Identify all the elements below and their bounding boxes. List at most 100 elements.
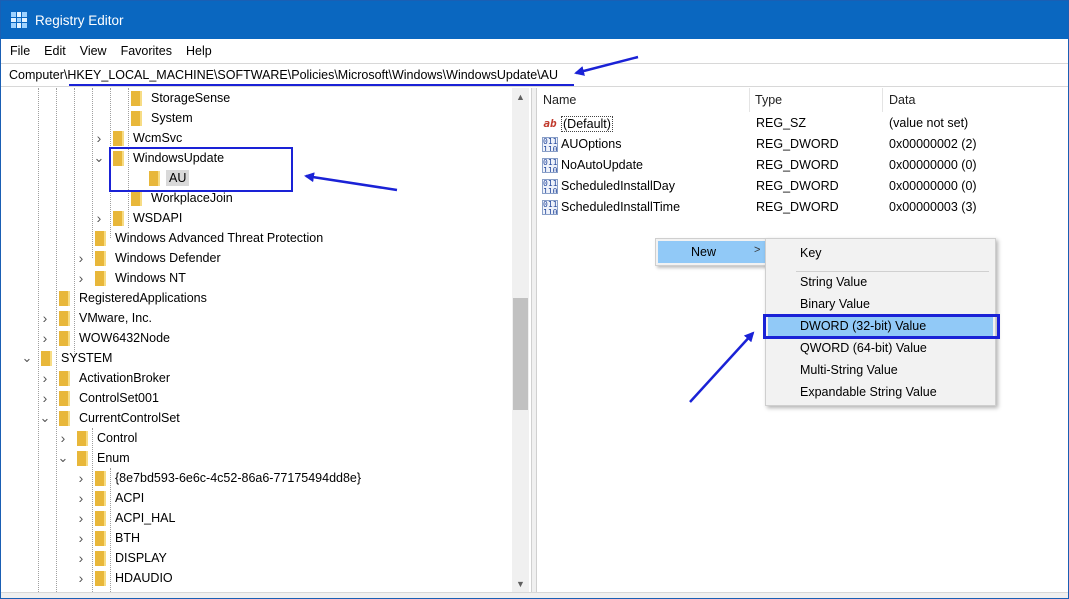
value-row[interactable]: 011 110 ScheduledInstallDay REG_DWORD 0x0000… xyxy=(537,176,1068,197)
chevron-right-icon[interactable]: › xyxy=(93,130,105,146)
column-data[interactable]: Data xyxy=(889,93,915,107)
tree-node[interactable]: › WcmSvc xyxy=(93,128,185,148)
folder-icon xyxy=(92,570,106,586)
folder-icon xyxy=(56,390,70,406)
folder-icon xyxy=(92,470,106,486)
submenu-binary-value[interactable]: Binary Value xyxy=(768,293,993,315)
window-title: Registry Editor xyxy=(35,12,124,28)
chevron-right-icon: > xyxy=(754,244,761,256)
submenu-key[interactable]: Key xyxy=(768,242,993,264)
chevron-right-icon[interactable]: › xyxy=(75,550,87,566)
tree-node[interactable]: › VMware, Inc. xyxy=(39,308,155,328)
chevron-down-icon[interactable]: ⌄ xyxy=(93,150,105,165)
submenu-expandable-string-value[interactable]: Expandable String Value xyxy=(768,381,993,403)
tree-node[interactable]: › HDAUDIO xyxy=(75,568,176,588)
value-row[interactable]: 011 110 NoAutoUpdate REG_DWORD 0x00000000 (0… xyxy=(537,155,1068,176)
context-new-item[interactable]: New > xyxy=(658,241,765,263)
tree-node-label: RegisteredApplications xyxy=(79,291,207,305)
tree-node[interactable]: › ControlSet001 xyxy=(39,388,162,408)
address-path: Computer\HKEY_LOCAL_MACHINE\SOFTWARE\Pol… xyxy=(9,68,558,82)
chevron-right-icon[interactable]: › xyxy=(75,270,87,286)
context-new-label: New xyxy=(691,245,717,259)
menu-view[interactable]: View xyxy=(73,44,114,58)
tree-node[interactable]: ⌄ CurrentControlSet xyxy=(39,408,183,428)
tree-node[interactable]: RegisteredApplications xyxy=(39,288,210,308)
tree-node[interactable]: › Control xyxy=(57,428,140,448)
scroll-down-icon[interactable]: ▼ xyxy=(512,575,529,592)
tree-node[interactable]: ⌄ Enum xyxy=(57,448,133,468)
dword-highlight-box xyxy=(763,314,1000,339)
chevron-right-icon[interactable]: › xyxy=(39,370,51,386)
menu-file[interactable]: File xyxy=(3,44,37,58)
scroll-up-icon[interactable]: ▲ xyxy=(512,88,529,105)
tree-node[interactable]: Windows Advanced Threat Protection xyxy=(75,228,326,248)
tree-node[interactable]: StorageSense xyxy=(111,88,233,108)
folder-icon xyxy=(56,310,70,326)
tree-node[interactable]: › DISPLAY xyxy=(75,548,170,568)
tree-node[interactable]: › ACPI xyxy=(75,488,147,508)
tree-node[interactable]: › Windows NT xyxy=(75,268,189,288)
folder-icon xyxy=(92,530,106,546)
value-row[interactable]: 011 110 ScheduledInstallTime REG_DWORD 0x000… xyxy=(537,197,1068,218)
value-data: 0x00000003 (3) xyxy=(889,200,977,214)
chevron-right-icon[interactable]: › xyxy=(75,510,87,526)
folder-icon xyxy=(92,250,106,266)
chevron-right-icon[interactable]: › xyxy=(75,530,87,546)
submenu-string-value[interactable]: String Value xyxy=(768,271,993,293)
tree-node[interactable]: › WOW6432Node xyxy=(39,328,173,348)
value-row[interactable]: 011 110 AUOptions REG_DWORD 0x00000002 (2) xyxy=(537,134,1068,155)
tree-node-label: HDAUDIO xyxy=(115,571,173,585)
menu-edit[interactable]: Edit xyxy=(37,44,73,58)
value-data: 0x00000002 (2) xyxy=(889,137,977,151)
tree-node[interactable]: › ActivationBroker xyxy=(39,368,173,388)
folder-icon xyxy=(92,490,106,506)
value-name: ScheduledInstallTime xyxy=(561,200,681,214)
submenu-qword-value[interactable]: QWORD (64-bit) Value xyxy=(768,337,993,359)
value-data: 0x00000000 (0) xyxy=(889,179,977,193)
tree-node[interactable]: System xyxy=(111,108,196,128)
tree-node[interactable]: › BTH xyxy=(75,528,143,548)
chevron-right-icon[interactable]: › xyxy=(75,470,87,486)
tree-node[interactable]: › ACPI_HAL xyxy=(75,508,178,528)
tree-node[interactable]: › WSDAPI xyxy=(93,208,185,228)
tree-node[interactable]: › Windows Defender xyxy=(75,248,224,268)
chevron-right-icon[interactable]: › xyxy=(39,390,51,406)
tree-node-label: BTH xyxy=(115,531,140,545)
tree-node[interactable]: ⌄ SYSTEM xyxy=(21,348,115,368)
tree-scrollbar[interactable]: ▲ ▼ xyxy=(512,88,529,592)
folder-icon xyxy=(110,210,124,226)
value-name: AUOptions xyxy=(561,137,622,151)
menu-help[interactable]: Help xyxy=(179,44,219,58)
tree-node-label: StorageSense xyxy=(151,91,231,105)
chevron-right-icon[interactable]: › xyxy=(75,250,87,266)
chevron-down-icon[interactable]: ⌄ xyxy=(57,450,69,465)
chevron-down-icon[interactable]: ⌄ xyxy=(39,410,51,425)
value-row[interactable]: ab (Default) REG_SZ (value not set) xyxy=(537,113,1068,134)
menu-favorites[interactable]: Favorites xyxy=(114,44,179,58)
chevron-right-icon[interactable]: › xyxy=(39,330,51,346)
chevron-right-icon[interactable]: › xyxy=(75,570,87,586)
folder-icon xyxy=(56,410,70,426)
tree-node[interactable]: › {8e7bd593-6e6c-4c52-86a6-77175494dd8e} xyxy=(75,468,364,488)
chevron-right-icon[interactable]: › xyxy=(75,490,87,506)
chevron-down-icon[interactable]: ⌄ xyxy=(21,350,33,365)
column-name[interactable]: Name xyxy=(543,93,576,107)
chevron-right-icon[interactable]: › xyxy=(57,430,69,446)
folder-icon xyxy=(38,350,52,366)
value-type: REG_DWORD xyxy=(756,179,839,193)
tree-node-label: WOW6432Node xyxy=(79,331,171,345)
chevron-right-icon[interactable]: › xyxy=(93,210,105,226)
address-bar[interactable]: Computer\HKEY_LOCAL_MACHINE\SOFTWARE\Pol… xyxy=(1,63,1068,87)
tree-node-label: WorkplaceJoin xyxy=(151,191,233,205)
submenu-multi-string-value[interactable]: Multi-String Value xyxy=(768,359,993,381)
value-name: (Default) xyxy=(561,116,613,132)
folder-icon xyxy=(74,430,88,446)
tree-node-label: Control xyxy=(97,431,138,445)
menu-bar: File Edit View Favorites Help xyxy=(1,39,1068,63)
chevron-right-icon[interactable]: › xyxy=(39,310,51,326)
column-type[interactable]: Type xyxy=(755,93,782,107)
scroll-thumb[interactable] xyxy=(513,298,528,410)
